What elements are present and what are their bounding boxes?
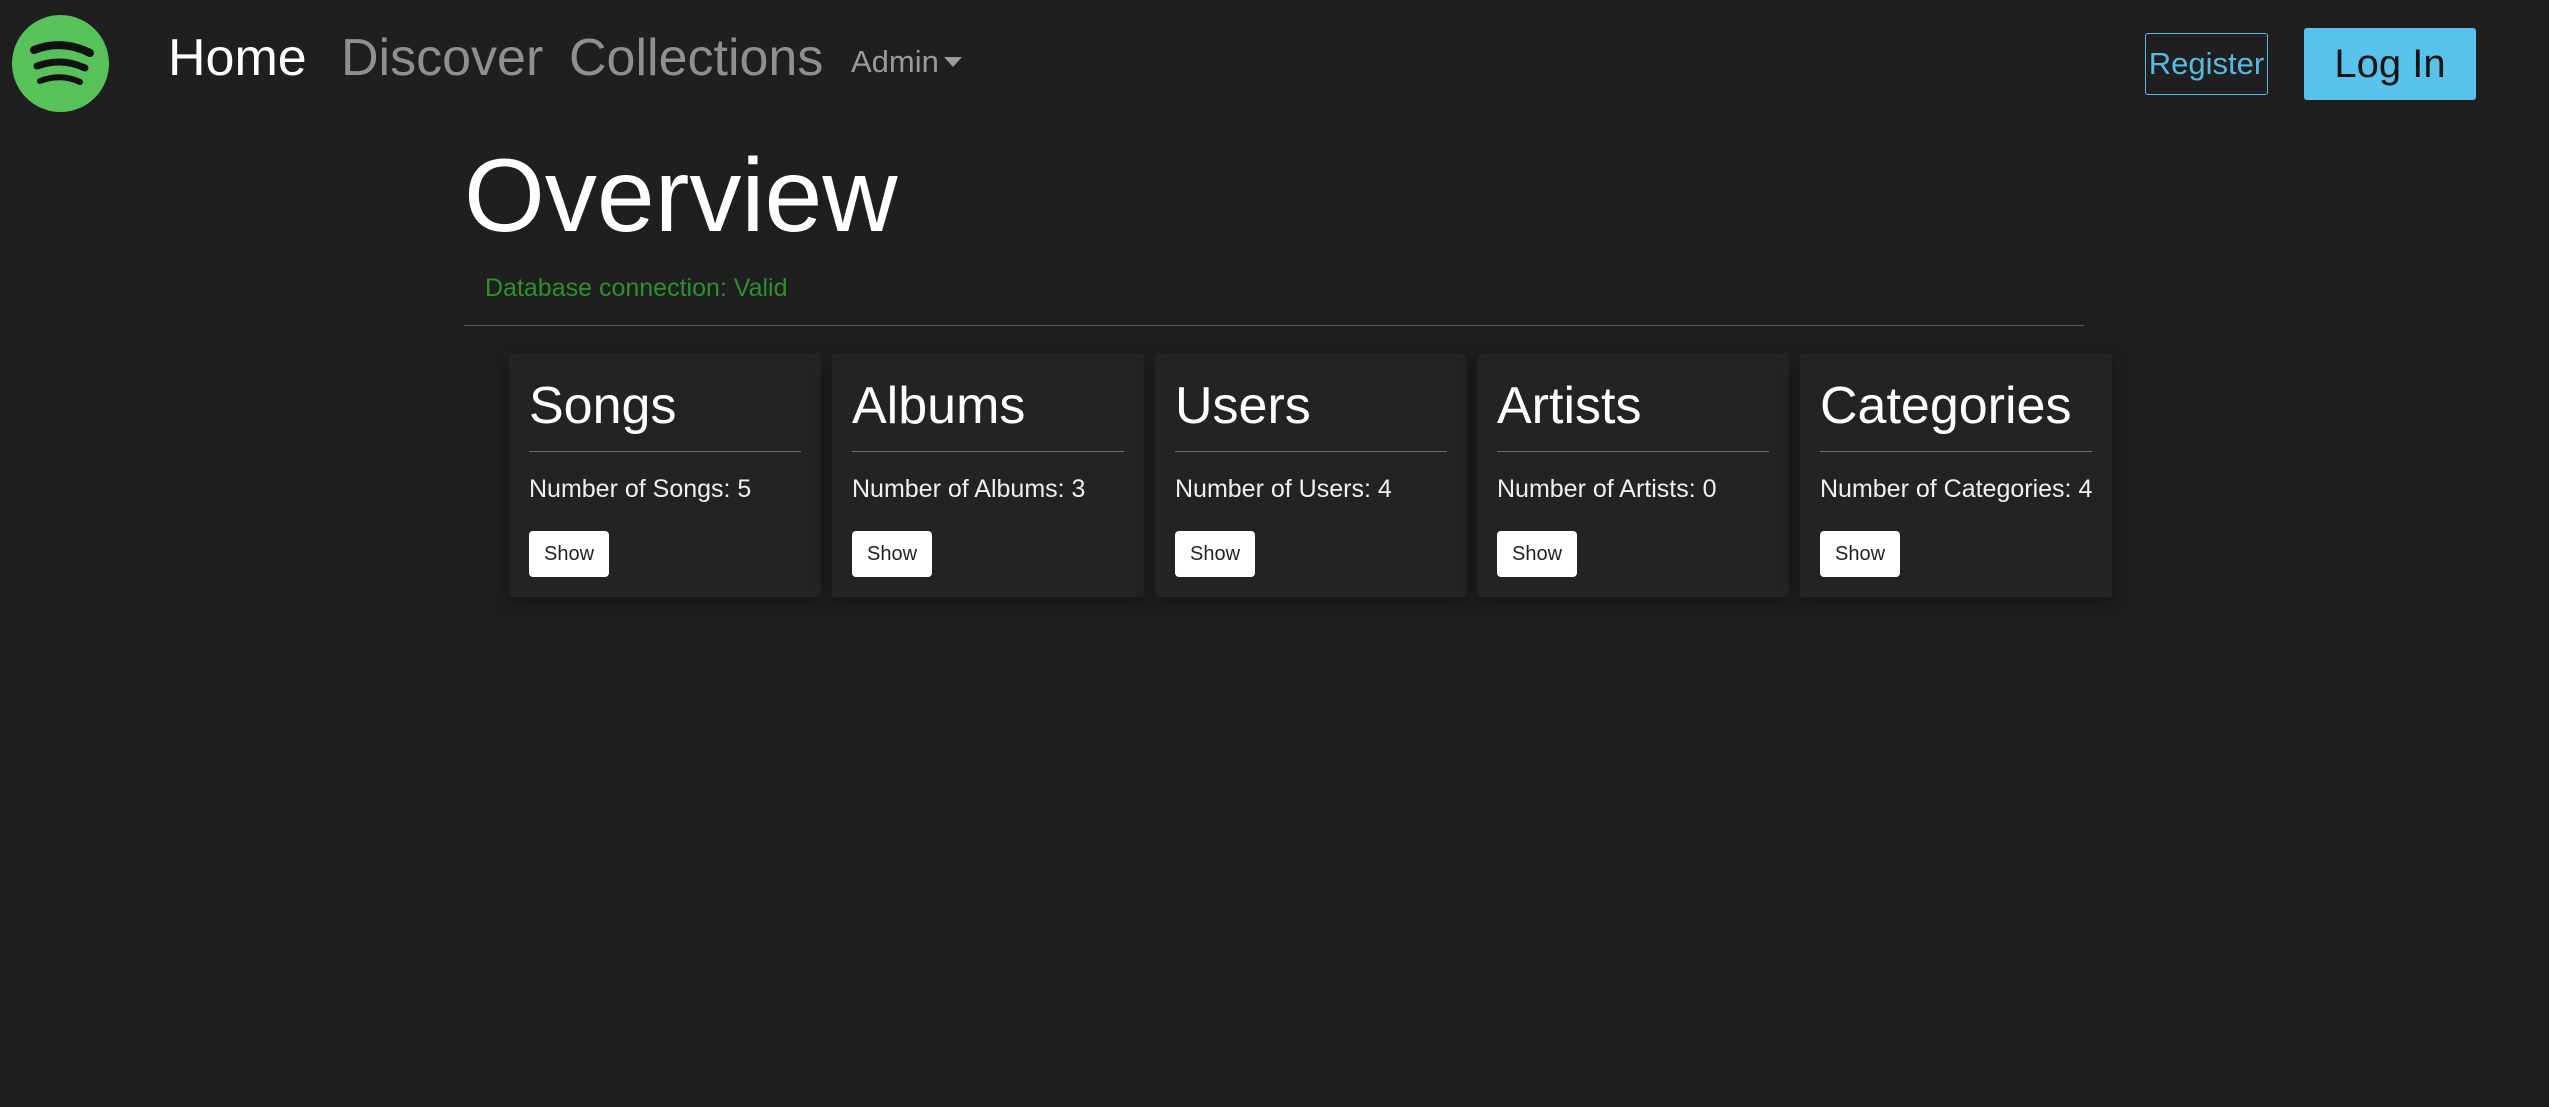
card-title: Categories — [1820, 377, 2072, 435]
show-songs-button[interactable]: Show — [529, 531, 609, 577]
admin-dropdown[interactable]: Admin — [851, 42, 962, 82]
card-title: Albums — [852, 377, 1026, 435]
admin-dropdown-label: Admin — [851, 44, 939, 79]
spotify-logo-icon[interactable] — [12, 15, 109, 112]
login-button[interactable]: Log In — [2304, 28, 2476, 100]
card-count-text: Number of Users: 4 — [1175, 475, 1392, 503]
card-songs: Songs Number of Songs: 5 Show — [509, 353, 821, 597]
show-categories-button[interactable]: Show — [1820, 531, 1900, 577]
show-artists-button[interactable]: Show — [1497, 531, 1577, 577]
card-title: Artists — [1497, 377, 1642, 435]
card-count-text: Number of Songs: 5 — [529, 475, 752, 503]
card-albums: Albums Number of Albums: 3 Show — [832, 353, 1144, 597]
show-albums-button[interactable]: Show — [852, 531, 932, 577]
section-divider — [464, 325, 2084, 326]
register-button[interactable]: Register — [2145, 33, 2268, 95]
card-title: Users — [1175, 377, 1311, 435]
card-count-text: Number of Albums: 3 — [852, 475, 1086, 503]
card-divider — [529, 451, 801, 452]
caret-down-icon — [943, 56, 962, 67]
show-users-button[interactable]: Show — [1175, 531, 1255, 577]
database-status-text: Database connection: Valid — [485, 274, 788, 302]
card-artists: Artists Number of Artists: 0 Show — [1477, 353, 1789, 597]
nav-link-collections[interactable]: Collections — [569, 24, 823, 92]
card-categories: Categories Number of Categories: 4 Show — [1800, 353, 2112, 597]
navbar: Home Discover Collections Admin Register… — [0, 0, 2549, 126]
card-divider — [1820, 451, 2092, 452]
nav-link-discover[interactable]: Discover — [341, 24, 543, 92]
card-count-text: Number of Artists: 0 — [1497, 475, 1717, 503]
card-title: Songs — [529, 377, 677, 435]
card-divider — [1175, 451, 1447, 452]
card-divider — [852, 451, 1124, 452]
card-users: Users Number of Users: 4 Show — [1155, 353, 1467, 597]
nav-link-home[interactable]: Home — [168, 24, 307, 92]
card-divider — [1497, 451, 1769, 452]
card-count-text: Number of Categories: 4 — [1820, 475, 2093, 503]
page-title: Overview — [464, 138, 898, 254]
